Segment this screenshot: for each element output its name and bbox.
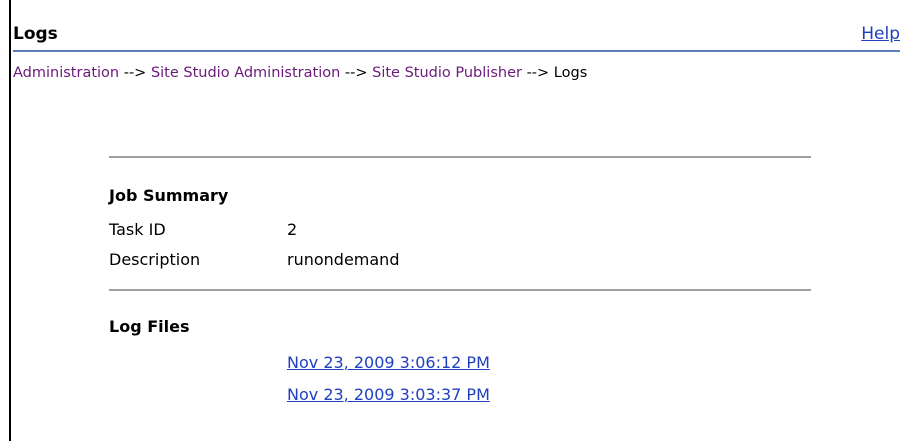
page-header: Logs Help — [13, 22, 900, 52]
breadcrumb-separator: --> — [344, 65, 373, 81]
task-id-row: Task ID 2 — [109, 215, 811, 245]
breadcrumb-separator: --> — [526, 65, 554, 81]
breadcrumb-site-studio-publisher[interactable]: Site Studio Publisher — [372, 65, 522, 81]
description-label: Description — [109, 250, 201, 269]
job-panel: Job Summary Task ID 2 Description runond… — [109, 156, 811, 411]
breadcrumb-separator: --> — [123, 65, 151, 81]
breadcrumb: Administration --> Site Studio Administr… — [13, 62, 587, 84]
header-divider — [13, 50, 900, 52]
description-row: Description runondemand — [109, 245, 811, 275]
task-id-value: 2 — [287, 220, 298, 239]
breadcrumb-administration[interactable]: Administration — [13, 65, 119, 81]
log-file-link[interactable]: Nov 23, 2009 3:03:37 PM — [287, 379, 811, 411]
log-files-heading: Log Files — [109, 317, 190, 336]
log-file-link[interactable]: Nov 23, 2009 3:06:12 PM — [287, 347, 811, 379]
description-value: runondemand — [287, 250, 400, 269]
job-summary-heading: Job Summary — [109, 186, 229, 205]
page-title: Logs — [13, 24, 58, 44]
task-id-label: Task ID — [109, 220, 166, 239]
help-link[interactable]: Help — [861, 22, 900, 46]
breadcrumb-site-studio-administration[interactable]: Site Studio Administration — [151, 65, 340, 81]
left-border — [9, 0, 11, 441]
breadcrumb-current: Logs — [553, 65, 588, 81]
